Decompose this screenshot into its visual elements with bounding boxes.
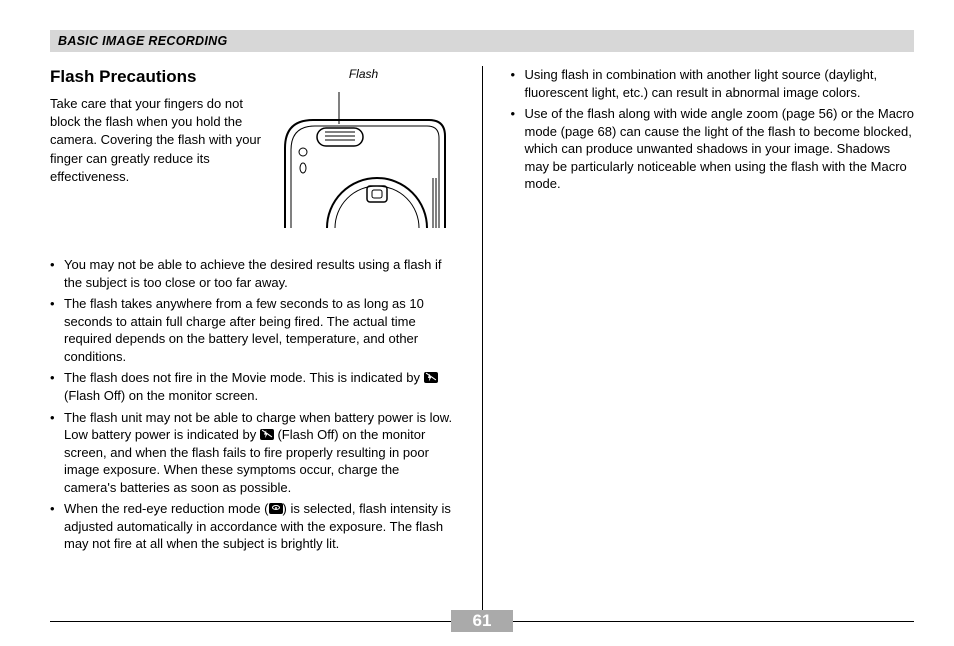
- footer-line: [513, 621, 914, 622]
- list-item: When the red-eye reduction mode () is se…: [50, 500, 454, 553]
- right-column: Using flash in combination with another …: [511, 66, 915, 626]
- column-divider: [482, 66, 483, 626]
- section-header: BASIC IMAGE RECORDING: [50, 30, 914, 52]
- list-item: Using flash in combination with another …: [511, 66, 915, 101]
- left-bullet-list: You may not be able to achieve the desir…: [50, 256, 454, 553]
- manual-page: BASIC IMAGE RECORDING Flash Precautions …: [0, 0, 954, 646]
- page-number: 61: [451, 610, 514, 632]
- red-eye-icon: [269, 503, 283, 514]
- intro-block: Flash Precautions Take care that your fi…: [50, 66, 454, 228]
- page-footer: 61: [50, 610, 914, 632]
- footer-line: [50, 621, 451, 622]
- list-item: The flash does not fire in the Movie mod…: [50, 369, 454, 404]
- intro-text: Take care that your fingers do not block…: [50, 95, 264, 186]
- flash-off-icon: [260, 429, 274, 440]
- camera-diagram: Flash: [274, 66, 454, 228]
- diagram-label: Flash: [349, 67, 378, 81]
- page-title: Flash Precautions: [50, 66, 264, 89]
- camera-illustration-svg: [279, 88, 449, 228]
- flash-off-icon: [424, 372, 438, 383]
- intro-left: Flash Precautions Take care that your fi…: [50, 66, 264, 228]
- list-item: You may not be able to achieve the desir…: [50, 256, 454, 291]
- list-item: The flash takes anywhere from a few seco…: [50, 295, 454, 365]
- right-bullet-list: Using flash in combination with another …: [511, 66, 915, 193]
- bullet-text: The flash does not fire in the Movie mod…: [64, 370, 424, 385]
- footer-bar: 61: [50, 610, 914, 632]
- list-item: Use of the flash along with wide angle z…: [511, 105, 915, 193]
- list-item: The flash unit may not be able to charge…: [50, 409, 454, 497]
- bullet-text: (Flash Off) on the monitor screen.: [64, 388, 258, 403]
- bullet-text: When the red-eye reduction mode (: [64, 501, 269, 516]
- left-column: Flash Precautions Take care that your fi…: [50, 66, 454, 626]
- content-columns: Flash Precautions Take care that your fi…: [50, 66, 914, 626]
